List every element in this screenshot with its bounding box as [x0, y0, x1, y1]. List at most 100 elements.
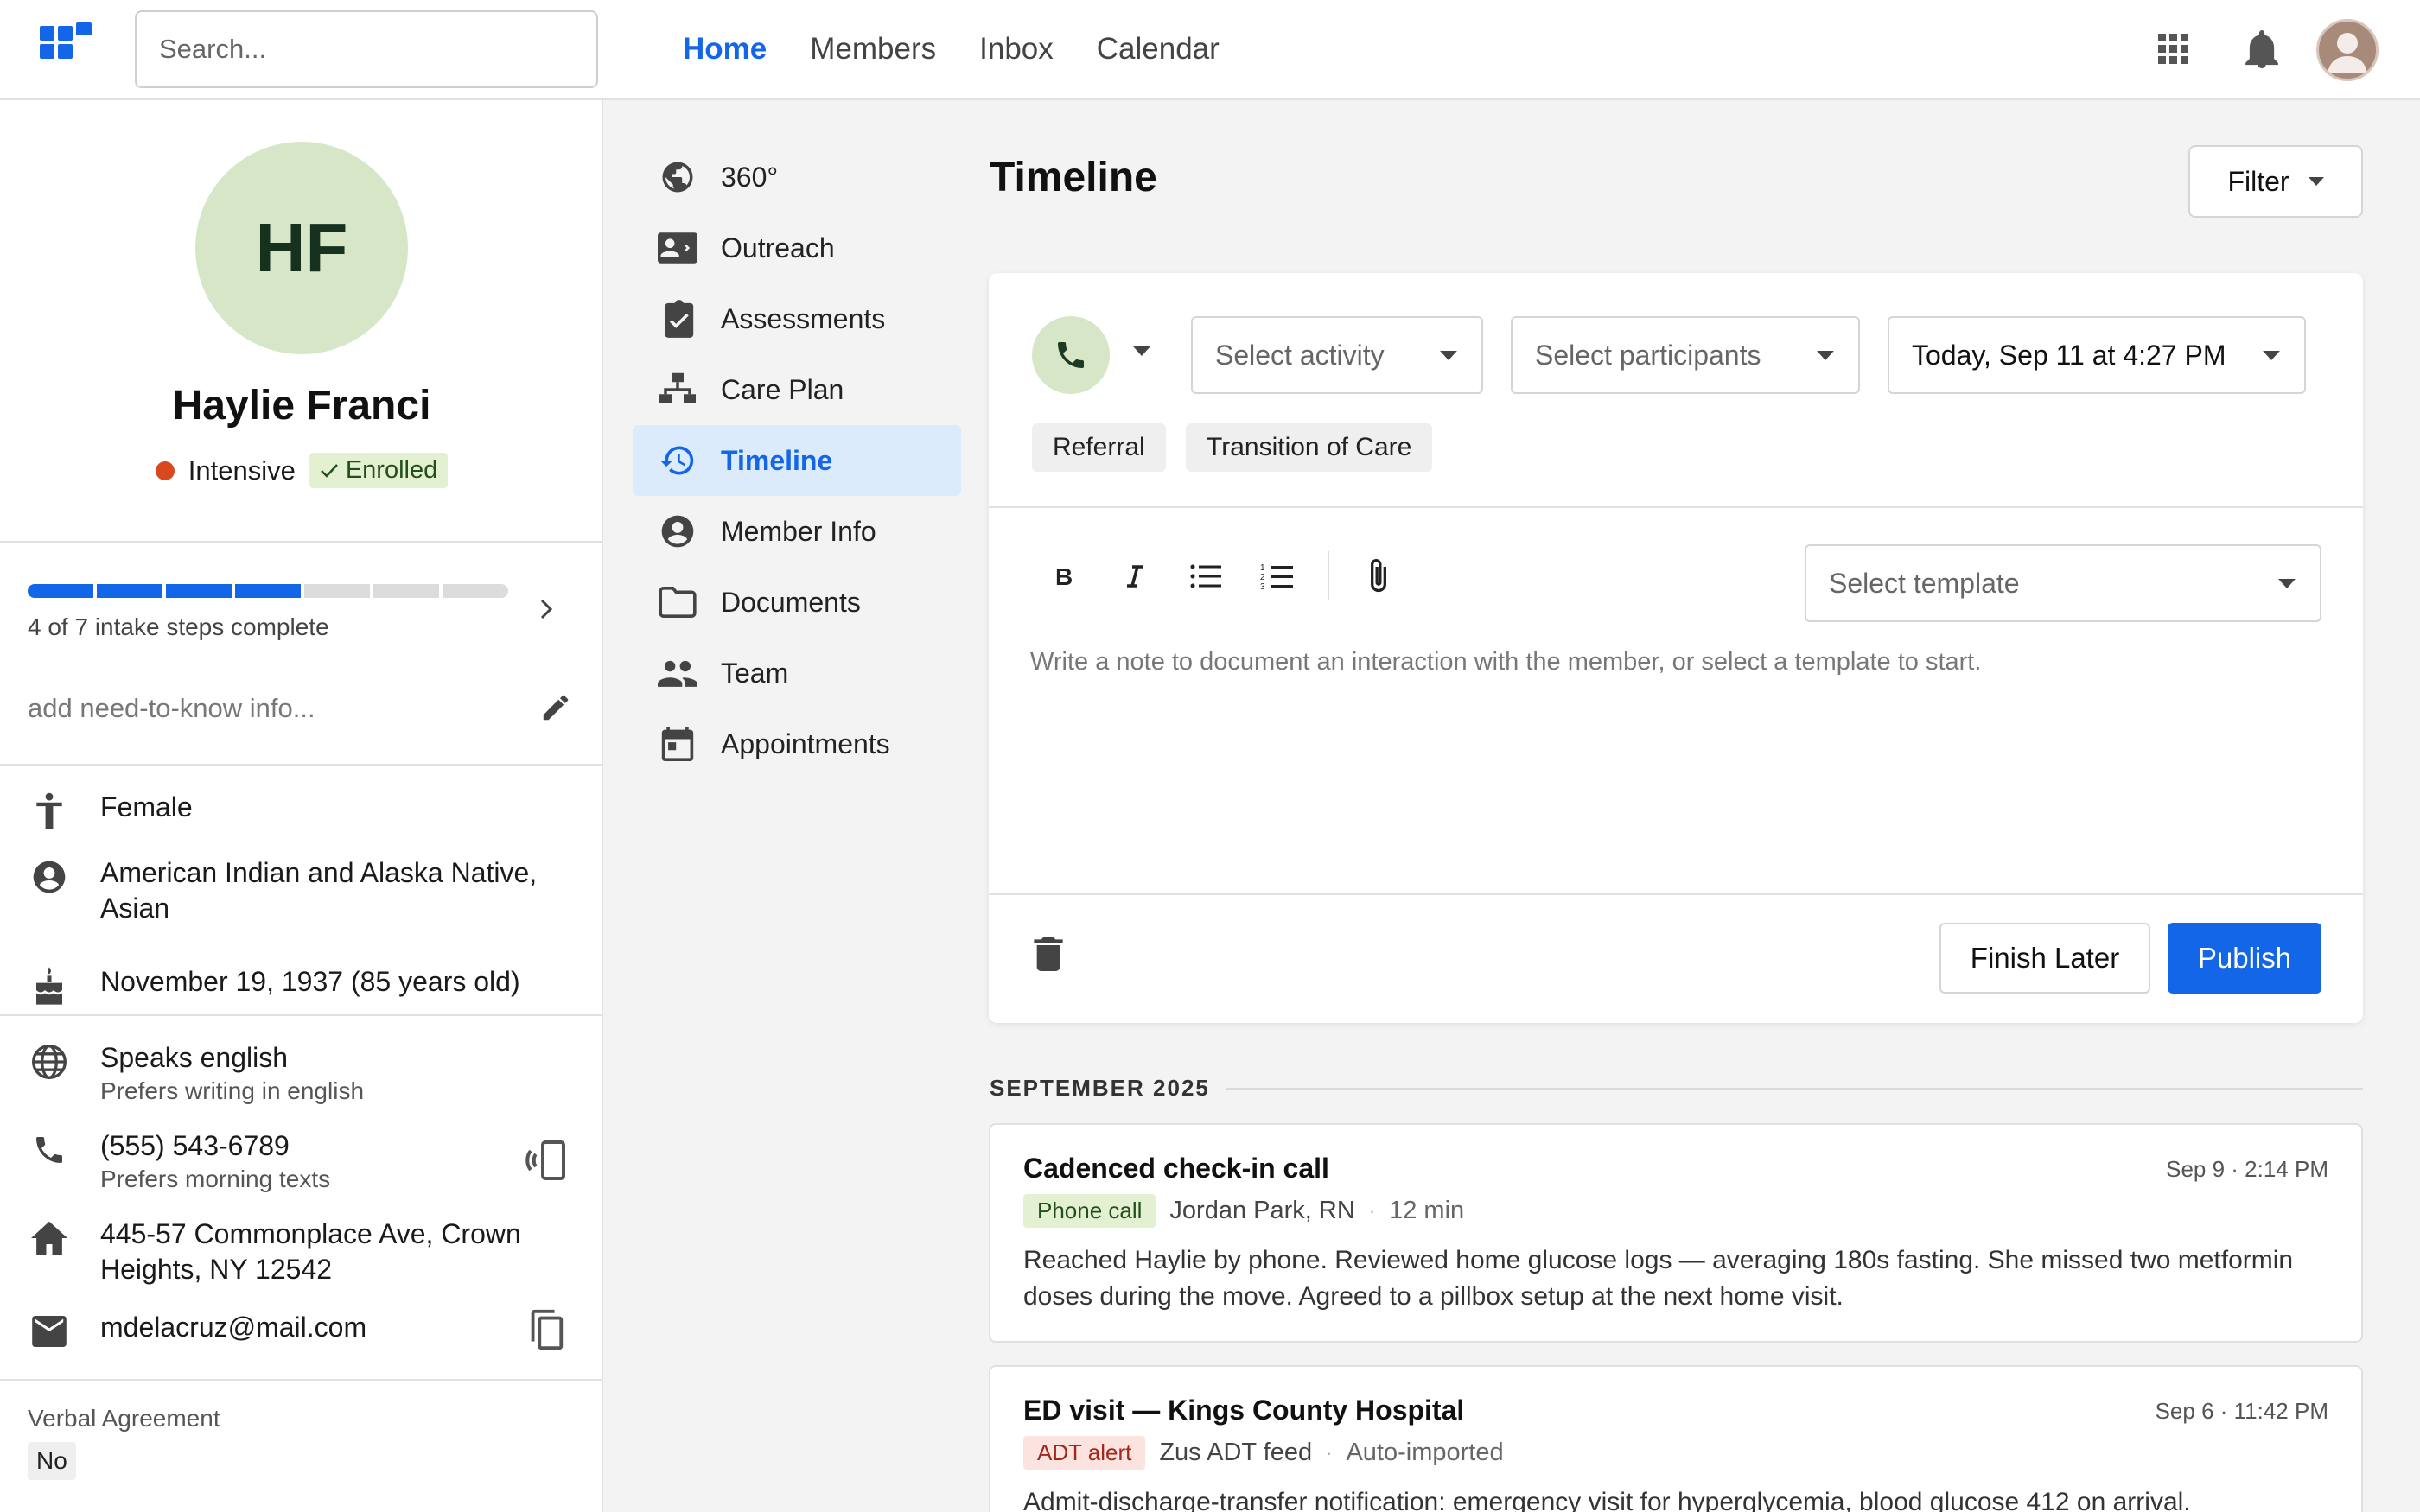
divider — [0, 764, 602, 766]
subnav-label: Member Info — [721, 515, 876, 547]
subnav-label: Assessments — [721, 302, 886, 334]
phone-value[interactable]: (555) 543-6789 — [100, 1128, 330, 1164]
member-initials: HF — [255, 209, 348, 286]
folder-icon — [657, 581, 698, 623]
activity-select[interactable]: Select activity — [1191, 316, 1483, 394]
intake-progress-label: 4 of 7 intake steps complete — [28, 613, 329, 640]
note-composer: Select activity Select participants Toda… — [989, 273, 2363, 1023]
finish-later-button[interactable]: Finish Later — [1939, 923, 2150, 994]
subnav-item-outreach[interactable]: Outreach — [633, 213, 961, 283]
timeline-entry[interactable]: ED visit — Kings County Hospital Sep 6 ·… — [989, 1365, 2363, 1512]
user-avatar[interactable] — [2316, 19, 2379, 81]
paperclip-icon — [1371, 559, 1386, 593]
datetime-select[interactable]: Today, Sep 11 at 4:27 PM — [1888, 316, 2306, 394]
person-icon — [28, 790, 71, 833]
subnav-item-360[interactable]: 360° — [633, 142, 961, 213]
numbered-list-button[interactable]: 123 — [1255, 555, 1298, 598]
subnav-label: Team — [721, 657, 789, 689]
check-icon — [320, 463, 338, 478]
bell-icon[interactable] — [2238, 26, 2285, 73]
address-line-2: Heights, NY 12542 — [100, 1254, 333, 1285]
template-select[interactable]: Select template — [1805, 544, 2321, 622]
apps-grid-icon[interactable] — [2150, 26, 2197, 73]
page-title: Timeline — [990, 155, 1157, 200]
trash-icon[interactable] — [1034, 937, 1063, 971]
globe-filled-icon — [657, 156, 698, 198]
member-name: Haylie Franci — [172, 383, 431, 429]
main-nav: Home Members Inbox Calendar — [683, 0, 1220, 98]
mail-icon — [28, 1310, 71, 1353]
subnav-item-assessments[interactable]: Assessments — [633, 283, 961, 354]
entry-type-badge: ADT alert — [1023, 1436, 1146, 1470]
caret-down-icon — [1440, 350, 1457, 360]
participants-select[interactable]: Select participants — [1511, 316, 1860, 394]
race-row: American Indian and Alaska Native, Asian — [28, 855, 537, 926]
language-preference: Prefers writing in english — [100, 1077, 365, 1104]
verbal-agreement-value: No — [28, 1442, 76, 1480]
subnav-item-timeline[interactable]: Timeline — [633, 425, 961, 496]
participants-select-placeholder: Select participants — [1535, 339, 1761, 371]
entry-meta: ADT alert Zus ADT feed · Auto-imported — [1023, 1436, 1504, 1470]
chevron-right-icon[interactable] — [538, 596, 555, 622]
pencil-icon[interactable] — [539, 691, 572, 724]
phone-icon — [1058, 342, 1084, 368]
verbal-agreement-label: Verbal Agreement — [28, 1405, 220, 1432]
phone-row: (555) 543-6789 Prefers morning texts — [28, 1128, 330, 1195]
divider — [0, 541, 602, 543]
language-row: Speaks english Prefers writing in englis… — [28, 1040, 364, 1107]
template-select-placeholder: Select template — [1829, 567, 2020, 599]
entry-title: Cadenced check-in call — [1023, 1153, 1329, 1184]
divider — [989, 506, 2363, 508]
subnav-item-member-info[interactable]: Member Info — [633, 496, 961, 567]
member-panel: HF Haylie Franci Intensive Enrolled 4 of… — [0, 100, 603, 1512]
caret-down-icon — [1817, 350, 1834, 360]
filter-button[interactable]: Filter — [2188, 145, 2363, 218]
nav-inbox[interactable]: Inbox — [979, 32, 1054, 67]
dob-row: November 19, 1937 (85 years old) — [28, 964, 520, 1007]
search-input[interactable] — [135, 10, 598, 88]
activity-type-button[interactable] — [1032, 316, 1110, 394]
email-value[interactable]: mdelacruz@mail.com — [100, 1310, 366, 1345]
subnav-item-team[interactable]: Team — [633, 638, 961, 708]
divider — [0, 1014, 602, 1016]
italic-button[interactable] — [1113, 555, 1156, 598]
toolbar-divider — [1328, 551, 1329, 600]
nav-calendar[interactable]: Calendar — [1097, 32, 1220, 67]
caret-down-icon — [2263, 350, 2280, 360]
subnav-item-appointments[interactable]: Appointments — [633, 708, 961, 779]
subnav-item-documents[interactable]: Documents — [633, 567, 961, 638]
gender-value: Female — [100, 791, 193, 823]
tag-transition-of-care[interactable]: Transition of Care — [1186, 423, 1433, 472]
dob-value: November 19, 1937 (85 years old) — [100, 966, 520, 997]
app-logo-icon[interactable] — [40, 22, 93, 60]
copy-icon[interactable] — [525, 1308, 565, 1351]
timeline-entry[interactable]: Cadenced check-in call Sep 9 · 2:14 PM P… — [989, 1123, 2363, 1343]
acuity-dot-icon — [155, 461, 175, 480]
clipboard-check-icon — [657, 298, 698, 340]
activity-select-placeholder: Select activity — [1215, 339, 1385, 371]
datetime-value: Today, Sep 11 at 4:27 PM — [1912, 339, 2226, 371]
enrolled-badge-label: Enrolled — [345, 456, 438, 484]
bullet-list-button[interactable] — [1184, 555, 1227, 598]
hierarchy-icon — [657, 369, 698, 410]
phone-forward-icon[interactable] — [525, 1139, 570, 1184]
nav-home[interactable]: Home — [683, 32, 767, 67]
subnav-item-care-plan[interactable]: Care Plan — [633, 354, 961, 425]
subnav-label: 360° — [721, 161, 779, 193]
caret-down-icon — [2278, 578, 2296, 588]
tag-referral[interactable]: Referral — [1032, 423, 1166, 472]
need-to-know-field[interactable]: add need-to-know info... — [28, 693, 315, 724]
note-textarea[interactable] — [1030, 648, 2318, 778]
address-line-1: 445-57 Commonplace Ave, Crown — [100, 1218, 521, 1249]
publish-button[interactable]: Publish — [2168, 923, 2321, 994]
svg-text:B: B — [1055, 564, 1073, 588]
account-circle-icon — [28, 855, 71, 899]
divider — [1226, 1088, 2363, 1090]
bold-button[interactable]: B — [1042, 555, 1086, 598]
contact-card-icon — [657, 227, 698, 269]
nav-members[interactable]: Members — [810, 32, 936, 67]
caret-down-icon[interactable] — [1132, 346, 1151, 356]
gender-row: Female — [28, 790, 193, 833]
attach-button[interactable] — [1357, 555, 1400, 598]
subnav-label: Timeline — [721, 444, 833, 476]
